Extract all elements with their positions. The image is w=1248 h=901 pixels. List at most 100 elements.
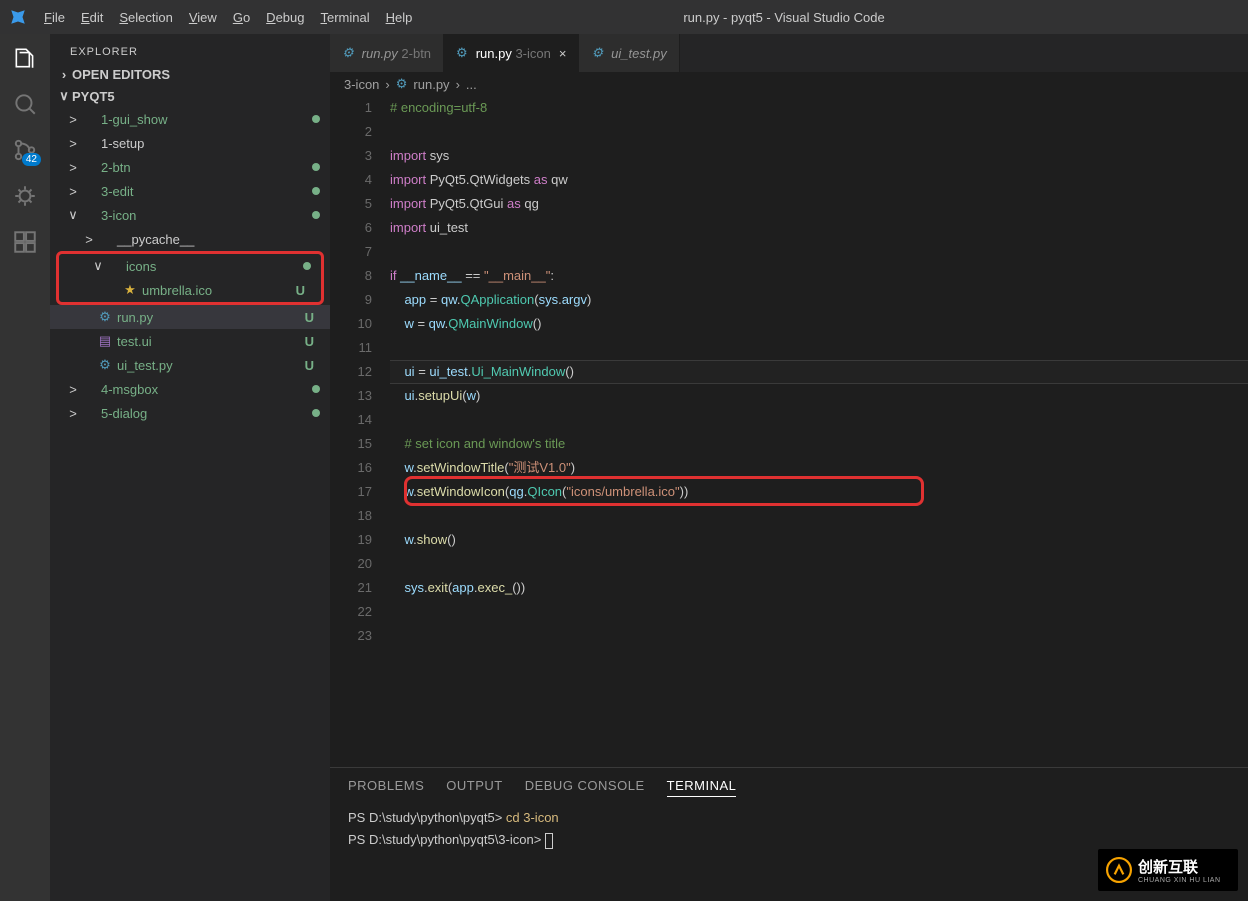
code-line-6[interactable]: import ui_test — [390, 216, 1248, 240]
tree-item-3-edit[interactable]: >3-edit — [50, 179, 330, 203]
code-line-20[interactable] — [390, 552, 1248, 576]
git-status-u: U — [290, 283, 311, 298]
tab-run-py-2-btn[interactable]: ⚙run.py 2-btn — [330, 34, 444, 72]
tree-label: 3-edit — [101, 184, 312, 199]
scm-badge: 42 — [22, 153, 41, 166]
tree-item-2-btn[interactable]: >2-btn — [50, 155, 330, 179]
git-modified-dot — [312, 163, 320, 171]
tree-item-run-py[interactable]: ⚙run.pyU — [50, 305, 330, 329]
git-modified-dot — [312, 115, 320, 123]
code-editor[interactable]: 1234567891011121314151617181920212223 # … — [330, 96, 1248, 767]
tree-item-ui-test-py[interactable]: ⚙ui_test.pyU — [50, 353, 330, 377]
code-line-14[interactable] — [390, 408, 1248, 432]
panel-tab-debug-console[interactable]: DEBUG CONSOLE — [525, 778, 645, 797]
code-line-18[interactable] — [390, 504, 1248, 528]
tree-label: 3-icon — [101, 208, 312, 223]
menu-selection[interactable]: Selection — [111, 4, 180, 31]
git-modified-dot — [312, 409, 320, 417]
menu-debug[interactable]: Debug — [258, 4, 312, 31]
code-line-17[interactable]: w.setWindowIcon(qg.QIcon("icons/umbrella… — [390, 480, 1248, 504]
code-line-8[interactable]: if __name__ == "__main__": — [390, 264, 1248, 288]
open-editors-section[interactable]: ›OPEN EDITORS — [50, 64, 330, 85]
menu-terminal[interactable]: Terminal — [312, 4, 377, 31]
menu-file[interactable]: File — [36, 4, 73, 31]
tree-item-umbrella-ico[interactable]: ★umbrella.icoU — [59, 278, 321, 302]
code-line-23[interactable] — [390, 624, 1248, 648]
tab-run-py-3-icon[interactable]: ⚙run.py 3-icon× — [444, 34, 579, 72]
editor-tabs: ⚙run.py 2-btn⚙run.py 3-icon×⚙ui_test.py — [330, 34, 1248, 72]
panel-tabs: PROBLEMS OUTPUT DEBUG CONSOLE TERMINAL — [330, 768, 1248, 803]
extensions-icon[interactable] — [11, 228, 39, 256]
panel-tab-terminal[interactable]: TERMINAL — [667, 778, 737, 797]
menu-view[interactable]: View — [181, 4, 225, 31]
menu-bar: FileEditSelectionViewGoDebugTerminalHelp — [36, 4, 420, 31]
code-line-1[interactable]: # encoding=utf-8 — [390, 96, 1248, 120]
git-modified-dot — [312, 385, 320, 393]
watermark-logo: 创新互联 CHUANG XIN HU LIAN — [1098, 849, 1238, 891]
code-line-2[interactable] — [390, 120, 1248, 144]
code-content[interactable]: # encoding=utf-8 import sysimport PyQt5.… — [390, 96, 1248, 767]
git-modified-dot — [303, 262, 311, 270]
tree-label: __pycache__ — [117, 232, 320, 247]
git-status-u: U — [299, 310, 320, 325]
activity-bar: 42 — [0, 34, 50, 901]
code-line-21[interactable]: sys.exit(app.exec_()) — [390, 576, 1248, 600]
file-tree: >1-gui_show>1-setup>2-btn>3-edit∨3-icon>… — [50, 107, 330, 901]
star-icon: ★ — [121, 282, 139, 298]
tree-item-4-msgbox[interactable]: >4-msgbox — [50, 377, 330, 401]
code-line-5[interactable]: import PyQt5.QtGui as qg — [390, 192, 1248, 216]
code-line-13[interactable]: ui.setupUi(w) — [390, 384, 1248, 408]
debug-icon[interactable] — [11, 182, 39, 210]
explorer-sidebar: EXPLORER ›OPEN EDITORS ∨PYQT5 >1-gui_sho… — [50, 34, 330, 901]
tree-label: 4-msgbox — [101, 382, 312, 397]
code-line-10[interactable]: w = qw.QMainWindow() — [390, 312, 1248, 336]
window-title: run.py - pyqt5 - Visual Studio Code — [683, 10, 884, 25]
code-line-4[interactable]: import PyQt5.QtWidgets as qw — [390, 168, 1248, 192]
git-modified-dot — [312, 211, 320, 219]
line-gutter: 1234567891011121314151617181920212223 — [330, 96, 390, 767]
git-status-u: U — [299, 358, 320, 373]
tree-label: umbrella.ico — [142, 283, 290, 298]
tree-label: ui_test.py — [117, 358, 299, 373]
code-line-22[interactable] — [390, 600, 1248, 624]
python-icon: ⚙ — [96, 309, 114, 325]
code-line-19[interactable]: w.show() — [390, 528, 1248, 552]
menu-help[interactable]: Help — [378, 4, 421, 31]
python-icon: ⚙ — [591, 45, 603, 61]
code-line-16[interactable]: w.setWindowTitle("测试V1.0") — [390, 456, 1248, 480]
code-line-9[interactable]: app = qw.QApplication(sys.argv) — [390, 288, 1248, 312]
tab-ui_test-py[interactable]: ⚙ui_test.py — [579, 34, 679, 72]
tree-item-test-ui[interactable]: ▤test.uiU — [50, 329, 330, 353]
code-line-7[interactable] — [390, 240, 1248, 264]
scm-icon[interactable]: 42 — [11, 136, 39, 164]
tree-item---pycache--[interactable]: >__pycache__ — [50, 227, 330, 251]
code-line-3[interactable]: import sys — [390, 144, 1248, 168]
project-section[interactable]: ∨PYQT5 — [50, 85, 330, 107]
sidebar-title: EXPLORER — [50, 34, 330, 64]
menu-go[interactable]: Go — [225, 4, 258, 31]
code-line-11[interactable] — [390, 336, 1248, 360]
close-icon[interactable]: × — [559, 46, 567, 61]
tree-label: 2-btn — [101, 160, 312, 175]
tree-item-3-icon[interactable]: ∨3-icon — [50, 203, 330, 227]
search-icon[interactable] — [11, 90, 39, 118]
app-logo-icon — [0, 8, 36, 26]
tree-label: test.ui — [117, 334, 299, 349]
python-icon: ⚙ — [96, 357, 114, 373]
ui-file-icon: ▤ — [96, 333, 114, 349]
breadcrumb[interactable]: 3-icon› ⚙ run.py› ... — [330, 72, 1248, 96]
explorer-icon[interactable] — [11, 44, 39, 72]
tree-label: 1-gui_show — [101, 112, 312, 127]
menu-edit[interactable]: Edit — [73, 4, 111, 31]
tree-item-5-dialog[interactable]: >5-dialog — [50, 401, 330, 425]
git-modified-dot — [312, 187, 320, 195]
tree-item-icons[interactable]: ∨icons — [59, 254, 321, 278]
panel-tab-output[interactable]: OUTPUT — [446, 778, 502, 797]
tree-item-1-setup[interactable]: >1-setup — [50, 131, 330, 155]
tree-label: icons — [126, 259, 303, 274]
tree-item-1-gui-show[interactable]: >1-gui_show — [50, 107, 330, 131]
code-line-15[interactable]: # set icon and window's title — [390, 432, 1248, 456]
tree-label: run.py — [117, 310, 299, 325]
red-highlight-box: ∨icons★umbrella.icoU — [56, 251, 324, 305]
panel-tab-problems[interactable]: PROBLEMS — [348, 778, 424, 797]
